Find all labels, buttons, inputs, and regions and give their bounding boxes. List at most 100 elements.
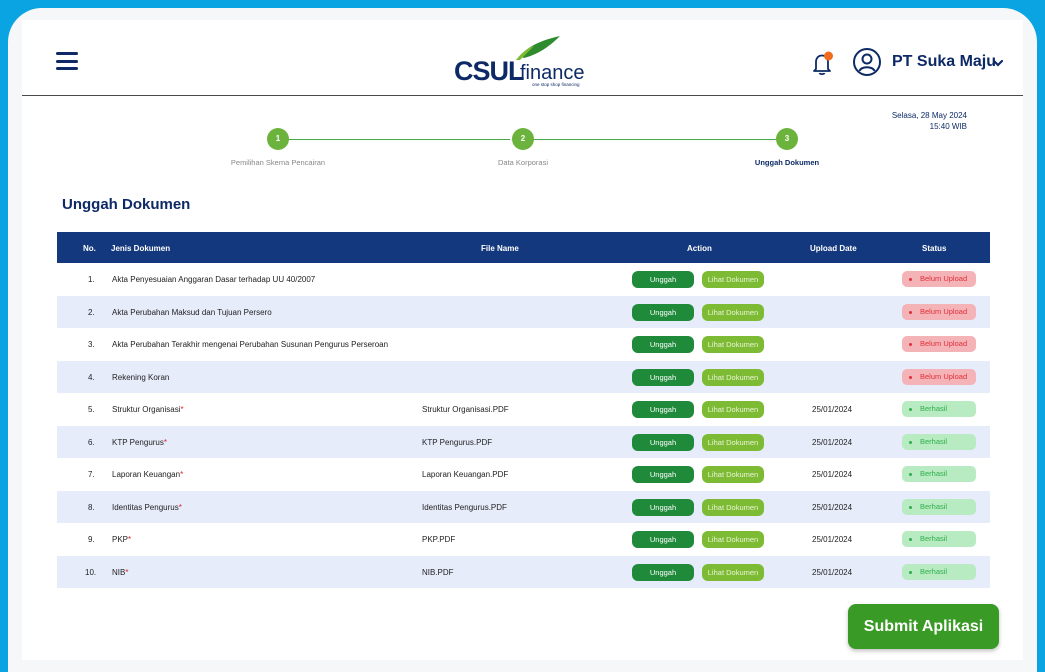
file-name[interactable]: PKP.PDF xyxy=(422,535,455,544)
row-number: 2. xyxy=(88,307,95,317)
upload-date: 25/01/2024 xyxy=(812,502,853,512)
row-number: 8. xyxy=(88,502,95,512)
document-type-label: PKP xyxy=(112,535,129,544)
upload-button[interactable]: Unggah xyxy=(632,498,694,516)
required-marker: * xyxy=(180,405,184,414)
header-action: Action xyxy=(687,244,712,253)
time-text: 15:40 WIB xyxy=(929,122,967,131)
logo-main: CSUL xyxy=(454,56,524,86)
view-document-button[interactable]: Lihat Dokumen xyxy=(702,271,764,288)
view-document-button[interactable]: Lihat Dokumen xyxy=(702,498,764,516)
document-type: Identitas Pengurus* xyxy=(112,503,182,512)
status-badge: Berhasil xyxy=(902,433,976,450)
table-row: 9. PKP* PKP.PDF Unggah Lihat Dokumen 25/01/20… xyxy=(57,523,990,556)
required-marker: * xyxy=(125,567,129,577)
menu-icon[interactable] xyxy=(56,52,78,70)
user-icon[interactable] xyxy=(852,47,882,77)
view-document-button[interactable]: Lihat Dokumen xyxy=(702,368,764,386)
upload-button[interactable]: Unggah xyxy=(632,531,694,548)
file-name[interactable]: KTP Pengurus.PDF xyxy=(422,438,492,447)
upload-button[interactable]: Unggah xyxy=(632,466,694,483)
document-type: NIB* xyxy=(112,568,128,577)
datetime: Selasa, 28 May 2024 15:40 WIB xyxy=(892,110,967,132)
status-badge: Berhasil xyxy=(902,498,976,515)
document-type: PKP* xyxy=(112,535,131,544)
table-header: No. Jenis Dokumen File Name Action Uploa… xyxy=(57,232,990,263)
document-type: Akta Perubahan Maksud dan Tujuan Persero xyxy=(112,308,272,317)
upload-button[interactable]: Unggah xyxy=(632,271,694,288)
document-type-label: Rekening Koran xyxy=(112,372,170,382)
status-badge: Berhasil xyxy=(902,466,976,482)
file-name[interactable]: Identitas Pengurus.PDF xyxy=(422,503,507,512)
view-document-button[interactable]: Lihat Dokumen xyxy=(702,303,764,321)
view-document-button[interactable]: Lihat Dokumen xyxy=(702,466,764,483)
table-row: 7. Laporan Keuangan* Laporan Keuangan.PDF U… xyxy=(57,458,990,491)
table-row: 8. Identitas Pengurus* Identitas Pengurus.… xyxy=(57,490,990,523)
required-marker: * xyxy=(163,437,168,447)
row-number: 7. xyxy=(88,470,95,479)
document-type-label: NIB xyxy=(112,567,126,577)
row-number: 6. xyxy=(88,437,95,447)
row-number: 9. xyxy=(88,535,95,544)
bell-icon[interactable] xyxy=(808,50,836,78)
documents-table: No. Jenis Dokumen File Name Action Uploa… xyxy=(57,232,990,588)
document-type: Akta Penyesuaian Anggaran Dasar terhadap… xyxy=(112,275,315,284)
upload-date: 25/01/2024 xyxy=(812,405,853,414)
header-status: Status xyxy=(922,244,947,253)
view-document-button[interactable]: Lihat Dokumen xyxy=(702,563,764,581)
status-badge: Belum Upload xyxy=(902,368,976,385)
step-1-label: Pemilihan Skema Pencairan xyxy=(230,158,326,167)
file-name[interactable]: Laporan Keuangan.PDF xyxy=(422,470,508,479)
step-connector xyxy=(532,139,776,140)
header-date: Upload Date xyxy=(810,244,857,253)
upload-button[interactable]: Unggah xyxy=(632,563,694,581)
document-type-label: Struktur Organisasi xyxy=(112,405,181,414)
required-marker: * xyxy=(178,502,182,512)
document-type-label: KTP Pengurus xyxy=(112,437,164,447)
document-type: Laporan Keuangan* xyxy=(112,470,183,479)
status-badge: Belum Upload xyxy=(902,271,976,287)
upload-button[interactable]: Unggah xyxy=(632,303,694,321)
table-row: 1. Akta Penyesuaian Anggaran Dasar terhad… xyxy=(57,263,990,296)
file-name[interactable]: Struktur Organisasi.PDF xyxy=(422,405,509,414)
row-number: 3. xyxy=(88,340,95,349)
document-type-label: Akta Penyesuaian Anggaran Dasar terhadap… xyxy=(112,275,316,284)
document-type: Struktur Organisasi* xyxy=(112,405,184,414)
status-badge: Berhasil xyxy=(902,531,976,547)
upload-button[interactable]: Unggah xyxy=(632,401,694,418)
step-3-circle: 3 xyxy=(776,128,798,150)
company-name[interactable]: PT Suka Maju xyxy=(892,53,996,71)
upload-button[interactable]: Unggah xyxy=(632,368,694,386)
table-row: 3. Akta Perubahan Terakhir mengenai Perub… xyxy=(57,328,990,361)
chevron-down-icon[interactable] xyxy=(992,58,1004,68)
row-number: 4. xyxy=(88,372,95,382)
step-3-label: Unggah Dokumen xyxy=(754,158,820,167)
logo: CSUL finance one stop shop financing xyxy=(454,34,594,90)
date-text: Selasa, 28 May 2024 xyxy=(891,111,967,120)
status-badge: Belum Upload xyxy=(902,303,976,320)
view-document-button[interactable]: Lihat Dokumen xyxy=(702,401,764,418)
main-panel: CSUL finance one stop shop financing PT … xyxy=(22,20,1023,660)
table-body: 1. Akta Penyesuaian Anggaran Dasar terhad… xyxy=(57,263,990,588)
document-type: KTP Pengurus* xyxy=(112,438,167,447)
step-2-circle: 2 xyxy=(512,128,534,150)
upload-button[interactable]: Unggah xyxy=(632,433,694,451)
table-row: 5. Struktur Organisasi* Struktur Organisas… xyxy=(57,393,990,426)
view-document-button[interactable]: Lihat Dokumen xyxy=(702,433,764,451)
document-type: Akta Perubahan Terakhir mengenai Perubah… xyxy=(112,340,388,349)
file-name[interactable]: NIB.PDF xyxy=(422,568,454,577)
step-connector xyxy=(278,139,510,140)
view-document-button[interactable]: Lihat Dokumen xyxy=(702,531,764,548)
view-document-button[interactable]: Lihat Dokumen xyxy=(702,336,764,353)
step-1-circle: 1 xyxy=(267,128,289,150)
step-2-label: Data Korporasi xyxy=(497,158,549,167)
upload-date: 25/01/2024 xyxy=(812,437,853,447)
table-row: 4. Rekening Koran Unggah Lihat Dokumen Belum… xyxy=(57,360,990,393)
submit-button[interactable]: Submit Aplikasi xyxy=(848,604,999,649)
logo-tagline: one stop shop financing xyxy=(532,82,580,87)
row-number: 1. xyxy=(88,275,95,284)
upload-button[interactable]: Unggah xyxy=(632,336,694,353)
row-number: 10. xyxy=(85,567,97,577)
app-window: CSUL finance one stop shop financing PT … xyxy=(8,8,1037,672)
document-type-label: Identitas Pengurus xyxy=(112,502,179,512)
